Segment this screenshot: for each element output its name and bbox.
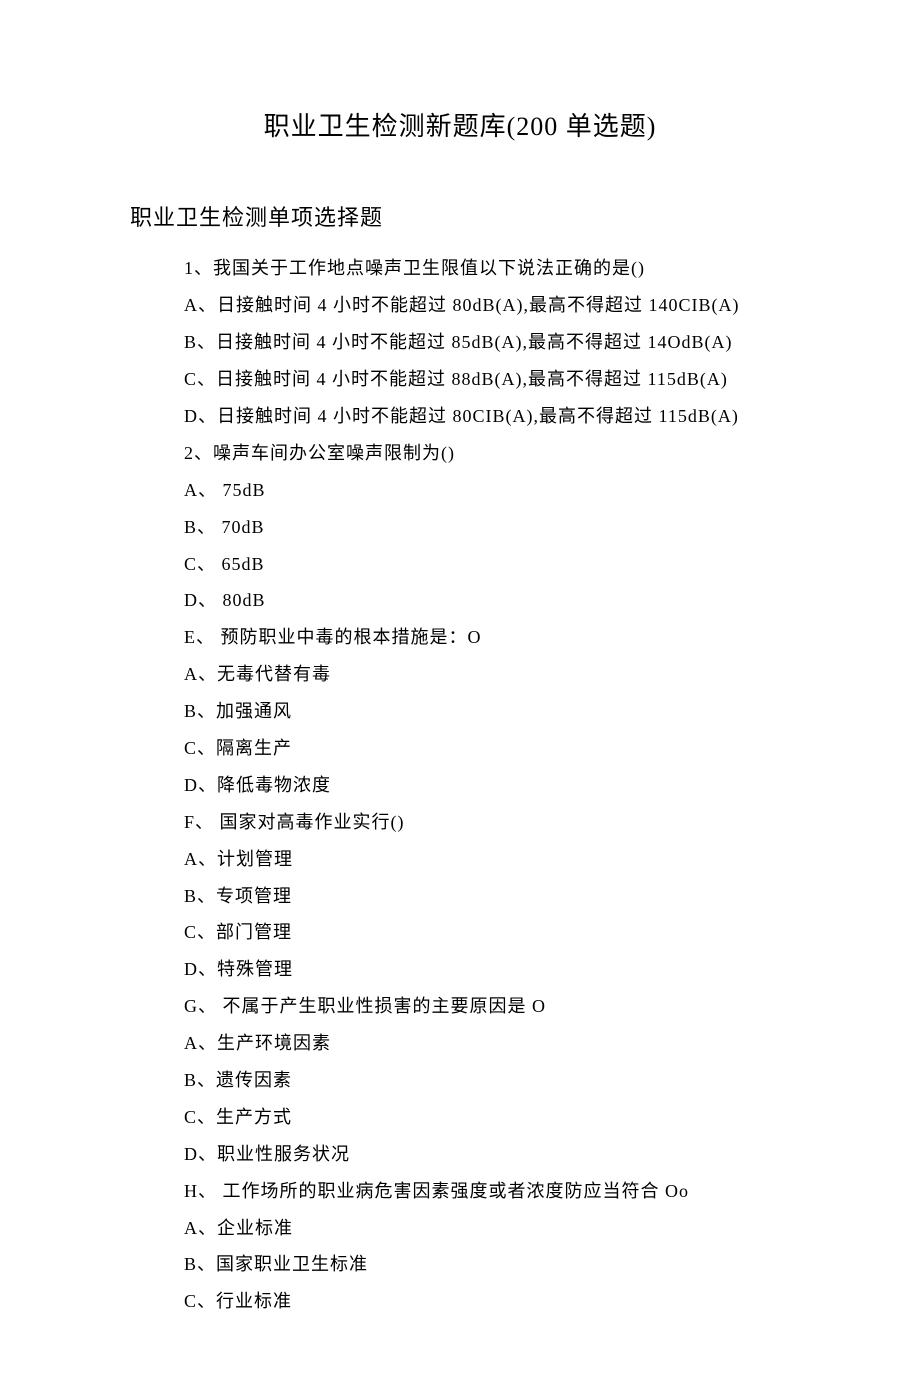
text-line: D、日接触时间 4 小时不能超过 80CIB(A),最高不得超过 115dB(A…: [130, 398, 790, 435]
text-line: B、日接触时间 4 小时不能超过 85dB(A),最高不得超过 14OdB(A): [130, 324, 790, 361]
text-line: A、日接触时间 4 小时不能超过 80dB(A),最高不得超过 140CIB(A…: [130, 287, 790, 324]
text-line: C、部门管理: [130, 914, 790, 951]
text-line: 2、噪声车间办公室噪声限制为(): [130, 435, 790, 472]
text-line: D、 80dB: [130, 582, 790, 619]
text-line: E、 预防职业中毒的根本措施是：O: [130, 619, 790, 656]
text-line: A、无毒代替有毒: [130, 656, 790, 693]
text-line: B、专项管理: [130, 878, 790, 915]
document-title: 职业卫生检测新题库(200 单选题): [130, 100, 790, 153]
text-line: C、隔离生产: [130, 730, 790, 767]
text-line: G、 不属于产生职业性损害的主要原因是 O: [130, 988, 790, 1025]
text-line: A、生产环境因素: [130, 1025, 790, 1062]
text-line: 1、我国关于工作地点噪声卫生限值以下说法正确的是(): [130, 250, 790, 287]
text-line: D、降低毒物浓度: [130, 767, 790, 804]
text-line: C、日接触时间 4 小时不能超过 88dB(A),最高不得超过 115dB(A): [130, 361, 790, 398]
text-line: A、计划管理: [130, 841, 790, 878]
text-line: A、企业标准: [130, 1210, 790, 1247]
text-line: A、 75dB: [130, 472, 790, 509]
text-line: C、 65dB: [130, 546, 790, 583]
text-line: C、生产方式: [130, 1099, 790, 1136]
question-body: 1、我国关于工作地点噪声卫生限值以下说法正确的是()A、日接触时间 4 小时不能…: [130, 250, 790, 1320]
text-line: D、职业性服务状况: [130, 1136, 790, 1173]
text-line: C、行业标准: [130, 1283, 790, 1320]
text-line: B、国家职业卫生标准: [130, 1246, 790, 1283]
page: 职业卫生检测新题库(200 单选题) 职业卫生检测单项选择题 1、我国关于工作地…: [0, 0, 920, 1400]
text-line: F、 国家对高毒作业实行(): [130, 804, 790, 841]
text-line: B、 70dB: [130, 509, 790, 546]
section-heading: 职业卫生检测单项选择题: [130, 195, 790, 240]
text-line: B、遗传因素: [130, 1062, 790, 1099]
text-line: B、加强通风: [130, 693, 790, 730]
text-line: H、 工作场所的职业病危害因素强度或者浓度防应当符合 Oo: [130, 1173, 790, 1210]
text-line: D、特殊管理: [130, 951, 790, 988]
